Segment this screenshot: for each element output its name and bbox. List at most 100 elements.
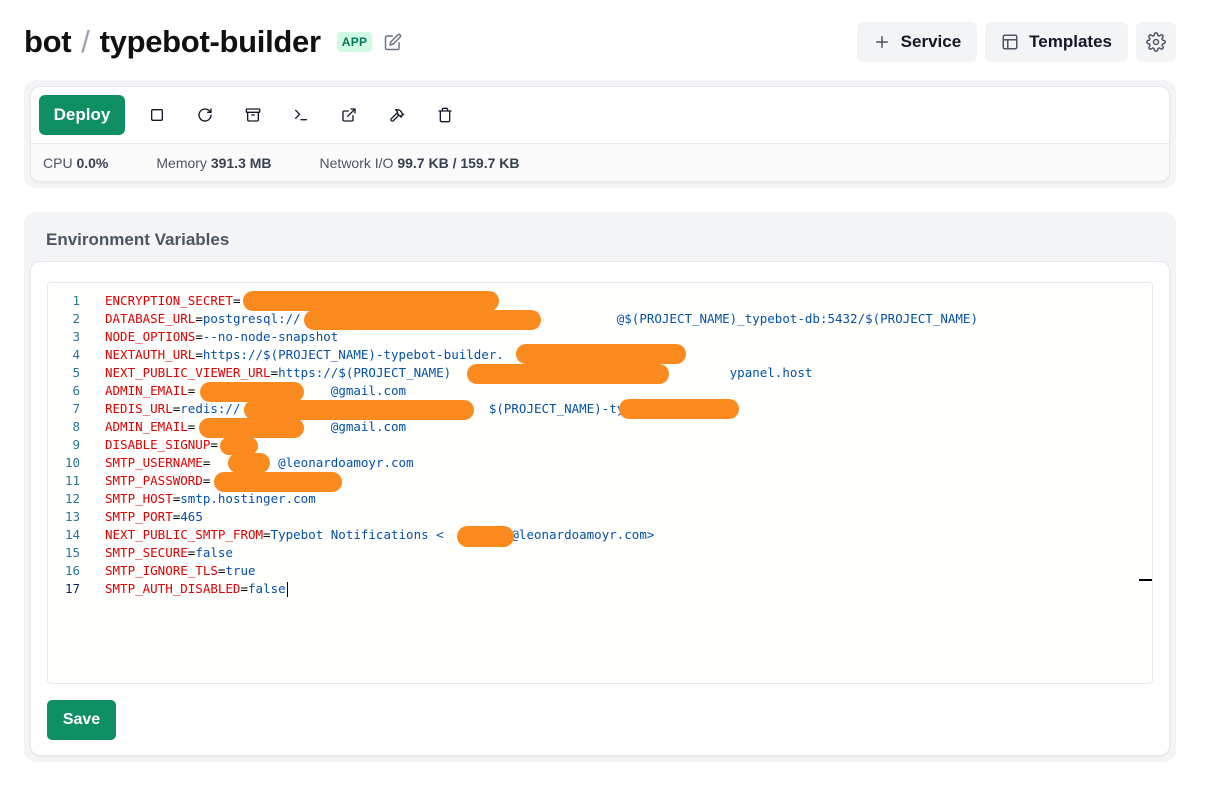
deploy-button[interactable]: Deploy — [39, 95, 125, 135]
env-key: SMTP_IGNORE_TLS — [105, 563, 218, 578]
env-line-code: SMTP_SECURE=false — [105, 544, 233, 562]
page-title: bot / typebot-builder — [24, 24, 321, 60]
redaction — [304, 310, 541, 330]
env-key: NEXT_PUBLIC_VIEWER_URL — [105, 365, 271, 380]
env-line-code: DATABASE_URL=postgresql:// @$(PROJECT_NA… — [105, 310, 978, 328]
templates-label: Templates — [1029, 32, 1112, 51]
env-line: 14 NEXT_PUBLIC_SMTP_FROM=Typebot Notifica… — [48, 526, 1152, 544]
env-value: true — [225, 563, 256, 578]
env-equals: = — [270, 365, 279, 380]
env-key: SMTP_AUTH_DISABLED — [105, 581, 241, 596]
network-stat: Network I/O 99.7 KB / 159.7 KB — [319, 155, 520, 171]
env-equals: = — [195, 347, 203, 362]
line-number: 2 — [72, 311, 80, 326]
plus-icon — [875, 36, 888, 48]
env-value: false — [195, 545, 233, 560]
env-editor[interactable]: 17 SMTP_AUTH_DISABLED=false 16 SMTP_IGNORE_… — [47, 282, 1153, 684]
env-key: SMTP_PORT — [105, 509, 173, 524]
env-line-code: SMTP_PORT=465 — [105, 508, 203, 526]
line-number: 10 — [64, 455, 80, 470]
env-line: 9 DISABLE_SIGNUP= — [48, 436, 1152, 454]
env-key: ADMIN_EMAIL — [105, 419, 188, 434]
gear-icon — [1146, 32, 1166, 52]
memory-value: 391.3 MB — [210, 155, 272, 171]
env-line-code: NEXTAUTH_URL=https://$(PROJECT_NAME)-typ… — [105, 346, 504, 364]
env-line-code: SMTP_PASSWORD= — [105, 472, 210, 490]
env-key: NODE_OPTIONS — [105, 329, 196, 344]
env-value: smtp.hostinger.com — [180, 491, 316, 506]
redaction — [243, 291, 499, 311]
redaction — [516, 344, 686, 364]
env-line-code: NEXT_PUBLIC_SMTP_FROM=Typebot Notificati… — [105, 526, 654, 544]
header-actions: Service Templates — [856, 22, 1176, 62]
archive-icon[interactable] — [229, 95, 277, 135]
add-service-label: Service — [900, 32, 962, 51]
text-cursor — [286, 582, 288, 597]
resource-stats: CPU 0.0% Memory 391.3 MB Network I/O 99.… — [31, 144, 1169, 181]
env-line: 1 ENCRYPTION_SECRET= — [48, 292, 1152, 310]
service-name: typebot-builder — [99, 24, 321, 59]
env-value: false — [248, 581, 286, 596]
redaction — [244, 400, 474, 420]
toolbar-actions: Deploy — [31, 87, 1169, 144]
env-key: NEXT_PUBLIC_SMTP_FROM — [105, 527, 264, 542]
restart-icon[interactable] — [181, 95, 229, 135]
hammer-icon[interactable] — [373, 95, 421, 135]
env-line: 12 SMTP_HOST=smtp.hostinger.com — [48, 490, 1152, 508]
line-number: 13 — [64, 509, 80, 524]
env-equals: = — [195, 329, 203, 344]
edit-icon[interactable] — [384, 33, 402, 51]
env-key: SMTP_PASSWORD — [105, 473, 203, 488]
env-equals: = — [240, 581, 248, 596]
line-number: 8 — [72, 419, 80, 434]
env-value: 465 — [180, 509, 203, 524]
title-separator: / — [81, 24, 90, 59]
env-card: 17 SMTP_AUTH_DISABLED=false 16 SMTP_IGNORE_… — [30, 261, 1170, 756]
settings-button[interactable] — [1136, 22, 1176, 62]
stop-icon[interactable] — [133, 95, 181, 135]
toolbar-card: Deploy CPU 0.0% Memory 391.3 MB Network … — [30, 86, 1170, 182]
env-line-code: DISABLE_SIGNUP= — [105, 436, 218, 454]
redaction — [200, 382, 304, 402]
add-service-button[interactable]: Service — [856, 22, 978, 62]
env-value: https://$(PROJECT_NAME)-typebot-builder. — [202, 347, 504, 362]
env-line: 10 SMTP_USERNAME= @leonardoamoyr.com — [48, 454, 1152, 472]
env-equals: = — [263, 527, 271, 542]
env-key: REDIS_URL — [105, 401, 173, 416]
line-number: 11 — [64, 473, 80, 488]
line-number: 9 — [72, 437, 80, 452]
project-name[interactable]: bot — [24, 24, 72, 60]
redaction — [199, 418, 304, 438]
env-line-code: NODE_OPTIONS=--no-node-snapshot — [105, 328, 338, 346]
env-value: --no-node-snapshot — [202, 329, 339, 344]
line-number: 17 — [64, 581, 80, 596]
cpu-stat: CPU 0.0% — [43, 155, 109, 171]
templates-button[interactable]: Templates — [985, 22, 1128, 62]
external-link-icon[interactable] — [325, 95, 373, 135]
env-title: Environment Variables — [46, 230, 230, 249]
terminal-icon[interactable] — [277, 95, 325, 135]
template-icon — [1002, 34, 1018, 50]
env-key: ENCRYPTION_SECRET — [105, 293, 233, 308]
line-number: 1 — [72, 293, 80, 308]
line-number: 14 — [64, 527, 80, 542]
env-key: SMTP_SECURE — [105, 545, 188, 560]
env-line: 15 SMTP_SECURE=false — [48, 544, 1152, 562]
trash-icon[interactable] — [421, 95, 469, 135]
env-key: SMTP_USERNAME — [105, 455, 203, 470]
line-number: 6 — [72, 383, 80, 398]
env-equals: = — [195, 311, 203, 326]
line-number: 5 — [72, 365, 80, 380]
line-number: 15 — [64, 545, 80, 560]
env-line: 16 SMTP_IGNORE_TLS=true — [48, 562, 1152, 580]
env-line: 13 SMTP_PORT=465 — [48, 508, 1152, 526]
env-line-code: ENCRYPTION_SECRET= — [105, 292, 240, 310]
redaction — [467, 364, 669, 384]
env-key: DISABLE_SIGNUP — [105, 437, 211, 452]
scroll-marker — [1139, 579, 1152, 581]
line-number: 3 — [72, 329, 80, 344]
env-equals: = — [202, 473, 211, 488]
env-line-code: SMTP_IGNORE_TLS=true — [105, 562, 256, 580]
env-key: SMTP_HOST — [105, 491, 173, 506]
save-button[interactable]: Save — [47, 700, 116, 740]
